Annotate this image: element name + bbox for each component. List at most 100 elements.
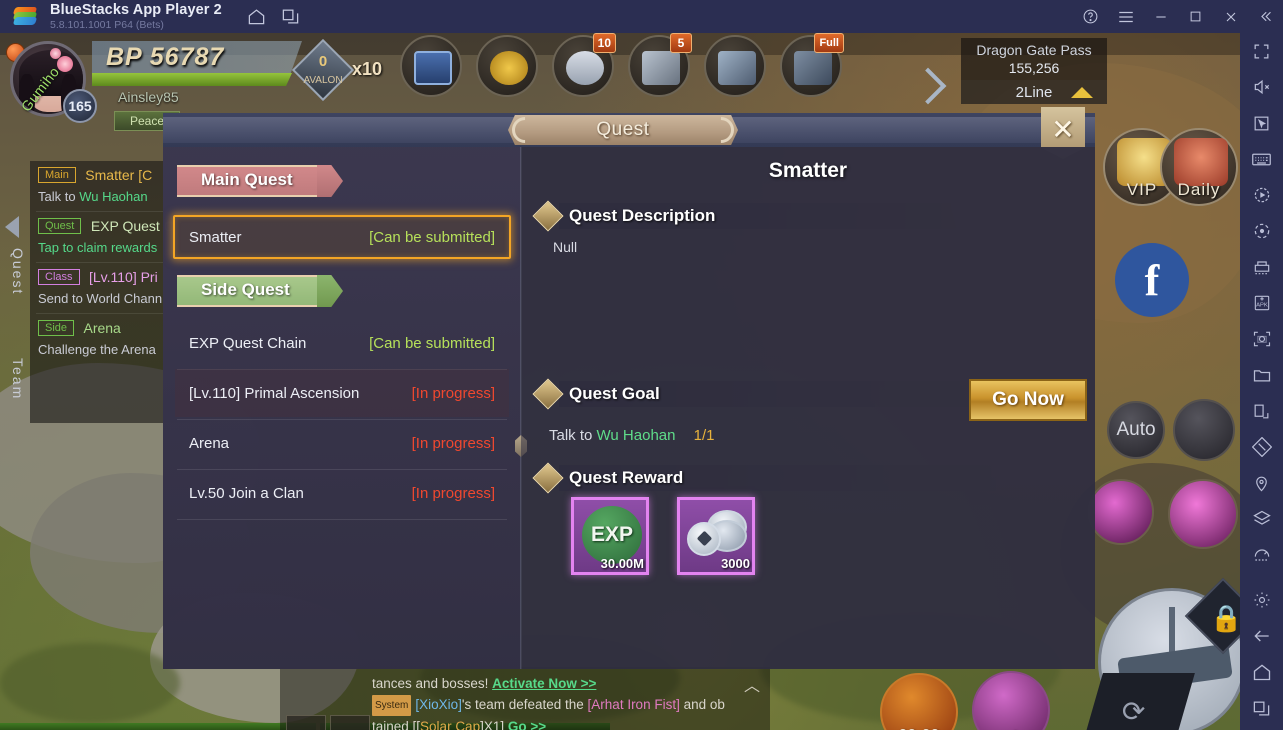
auto-button[interactable]: Auto bbox=[1107, 401, 1165, 459]
hud-icon-row[interactable]: 10 5 Full bbox=[400, 33, 844, 97]
category-side-quest[interactable]: Side Quest bbox=[177, 275, 343, 307]
macro-record-icon[interactable] bbox=[1240, 177, 1283, 213]
minimize-icon[interactable] bbox=[1143, 0, 1178, 33]
hud-icon-treasure[interactable] bbox=[476, 35, 538, 97]
chat-tab-friend[interactable]: Friend bbox=[286, 715, 326, 730]
category-side-label: Side Quest bbox=[201, 280, 290, 299]
section-quest-goal: Quest Goal bbox=[532, 378, 1037, 410]
fullscreen-icon[interactable] bbox=[1240, 33, 1283, 69]
hud-icon-event[interactable]: Full bbox=[780, 33, 844, 97]
rotate-icon[interactable] bbox=[1240, 429, 1283, 465]
quest-status: [Can be submitted] bbox=[369, 334, 495, 352]
reward-item-exp[interactable]: EXP 30.00M bbox=[571, 497, 649, 575]
chat-scroll-up-icon[interactable]: ︿ bbox=[744, 672, 760, 696]
chat-text: tained [[ bbox=[372, 718, 421, 730]
layers-icon[interactable] bbox=[1240, 501, 1283, 537]
hud-icon-bag[interactable] bbox=[704, 35, 766, 97]
bp-fill bbox=[92, 73, 292, 86]
pointer-icon[interactable] bbox=[1240, 105, 1283, 141]
side-tab-team[interactable]: Team bbox=[4, 358, 26, 400]
collapse-icon[interactable] bbox=[1248, 0, 1283, 33]
quest-name: [Lv.110] Primal Ascension bbox=[189, 384, 360, 402]
hud-icon-shop[interactable]: 10 bbox=[552, 33, 616, 97]
menu-icon[interactable] bbox=[1108, 0, 1143, 33]
modal-body: Main Quest Smatter [Can be submitted] Si… bbox=[163, 147, 1095, 669]
bottom-bar-left bbox=[0, 723, 316, 730]
titlebar-icons[interactable] bbox=[240, 0, 308, 33]
tracker-collapse-arrow[interactable] bbox=[5, 205, 31, 249]
section-quest-reward: Quest Reward bbox=[532, 462, 1037, 494]
dragon-gate-title: Dragon Gate Pass bbox=[976, 42, 1092, 58]
copy-window-icon[interactable] bbox=[1240, 393, 1283, 429]
hud-icon-forge[interactable]: 5 bbox=[628, 33, 692, 97]
app-title: BlueStacks App Player 2 bbox=[50, 1, 222, 18]
sync-icon[interactable] bbox=[1240, 213, 1283, 249]
settings-gear-icon[interactable] bbox=[1240, 582, 1283, 618]
chat-tab-world[interactable]: World bbox=[330, 715, 370, 730]
quest-row-exp-chain[interactable]: EXP Quest Chain [Can be submitted] bbox=[175, 319, 509, 367]
skill-button-1[interactable] bbox=[1088, 479, 1154, 545]
maximize-icon[interactable] bbox=[1178, 0, 1213, 33]
quest-row-arena[interactable]: Arena [In progress] bbox=[175, 419, 509, 467]
sidebar-bottom[interactable] bbox=[1240, 582, 1283, 726]
hud-expand-chevron[interactable] bbox=[909, 67, 955, 113]
help-icon[interactable] bbox=[1073, 0, 1108, 33]
multi-instance-icon[interactable] bbox=[274, 0, 308, 33]
home-icon[interactable] bbox=[1240, 654, 1283, 690]
side-tab-quest[interactable]: Quest bbox=[4, 248, 26, 295]
chat-tabs[interactable]: Friend World bbox=[286, 715, 370, 730]
game-viewport[interactable]: Gumiho 165 BP 56787 Ainsley85 Peace 0 AV… bbox=[0, 33, 1240, 730]
skill-menu-button[interactable] bbox=[1173, 399, 1235, 461]
category-main-quest[interactable]: Main Quest bbox=[177, 165, 343, 197]
tracker-sub-name: Wu Haohan bbox=[79, 189, 148, 204]
quest-list-pane[interactable]: Main Quest Smatter [Can be submitted] Si… bbox=[163, 147, 521, 669]
keyboard-icon[interactable] bbox=[1240, 141, 1283, 177]
multi-instance-manager-icon[interactable] bbox=[1240, 249, 1283, 285]
recents-icon[interactable] bbox=[1240, 690, 1283, 726]
bp-label: BP bbox=[106, 43, 142, 71]
diamond-bullet-icon bbox=[532, 378, 564, 410]
chat-item-name[interactable]: Solar Cap bbox=[420, 719, 480, 730]
bluestacks-sidebar[interactable]: APK bbox=[1240, 33, 1283, 730]
avalon-indicator[interactable]: 0 AVALON bbox=[291, 38, 355, 102]
home-icon[interactable] bbox=[240, 0, 274, 33]
tracker-tag: Quest bbox=[38, 217, 82, 234]
daily-button[interactable]: Daily bbox=[1160, 128, 1238, 206]
folder-icon[interactable] bbox=[1240, 357, 1283, 393]
screenshot-icon[interactable] bbox=[1240, 321, 1283, 357]
chat-text: and ob bbox=[679, 697, 725, 712]
shake-icon[interactable] bbox=[1240, 537, 1283, 573]
description-text: Null bbox=[553, 239, 578, 255]
close-icon[interactable] bbox=[1213, 0, 1248, 33]
dragon-gate-pass[interactable]: Dragon Gate Pass 155,256 bbox=[961, 38, 1107, 80]
tracker-tag: Main bbox=[38, 166, 76, 183]
facebook-button[interactable]: f bbox=[1115, 243, 1189, 317]
chat-link[interactable]: Activate Now >> bbox=[492, 676, 596, 691]
avalon-count: 0 bbox=[318, 53, 328, 70]
bluestacks-window: Gumiho 165 BP 56787 Ainsley85 Peace 0 AV… bbox=[0, 0, 1283, 730]
quest-row-smatter[interactable]: Smatter [Can be submitted] bbox=[173, 215, 511, 259]
location-icon[interactable] bbox=[1240, 465, 1283, 501]
goal-header: Quest Goal bbox=[569, 384, 660, 403]
mute-volume-icon[interactable] bbox=[1240, 69, 1283, 105]
go-now-button[interactable]: Go Now bbox=[969, 379, 1087, 421]
chat-panel[interactable]: Friend World tances and bosses! Activate… bbox=[280, 667, 770, 730]
chat-go-link[interactable]: Go >> bbox=[508, 719, 546, 730]
quest-modal[interactable]: Quest ✕ Main Quest Smatter [Can be submi… bbox=[163, 107, 1095, 669]
chat-text: 's team defeated the bbox=[461, 697, 588, 712]
chat-messages: tances and bosses! Activate Now >> Syste… bbox=[372, 673, 742, 730]
modal-title-bar: Quest bbox=[163, 113, 1095, 147]
quest-status: [In progress] bbox=[411, 384, 495, 402]
skill-button-2[interactable] bbox=[1168, 479, 1238, 549]
goal-count: 1/1 bbox=[693, 427, 715, 444]
reward-item-silver[interactable]: 3000 bbox=[677, 497, 755, 575]
quest-row-join-clan[interactable]: Lv.50 Join a Clan [In progress] bbox=[175, 469, 509, 517]
install-apk-icon[interactable]: APK bbox=[1240, 285, 1283, 321]
quest-row-primal-ascension[interactable]: [Lv.110] Primal Ascension [In progress] bbox=[175, 369, 509, 417]
avalon-label: AVALON bbox=[303, 75, 343, 86]
window-controls[interactable] bbox=[1073, 0, 1283, 33]
hud-icon-chest[interactable] bbox=[400, 35, 462, 97]
auto-label: Auto bbox=[1116, 419, 1156, 440]
back-arrow-icon[interactable] bbox=[1240, 618, 1283, 654]
line-selector[interactable]: 2Line bbox=[961, 80, 1107, 104]
